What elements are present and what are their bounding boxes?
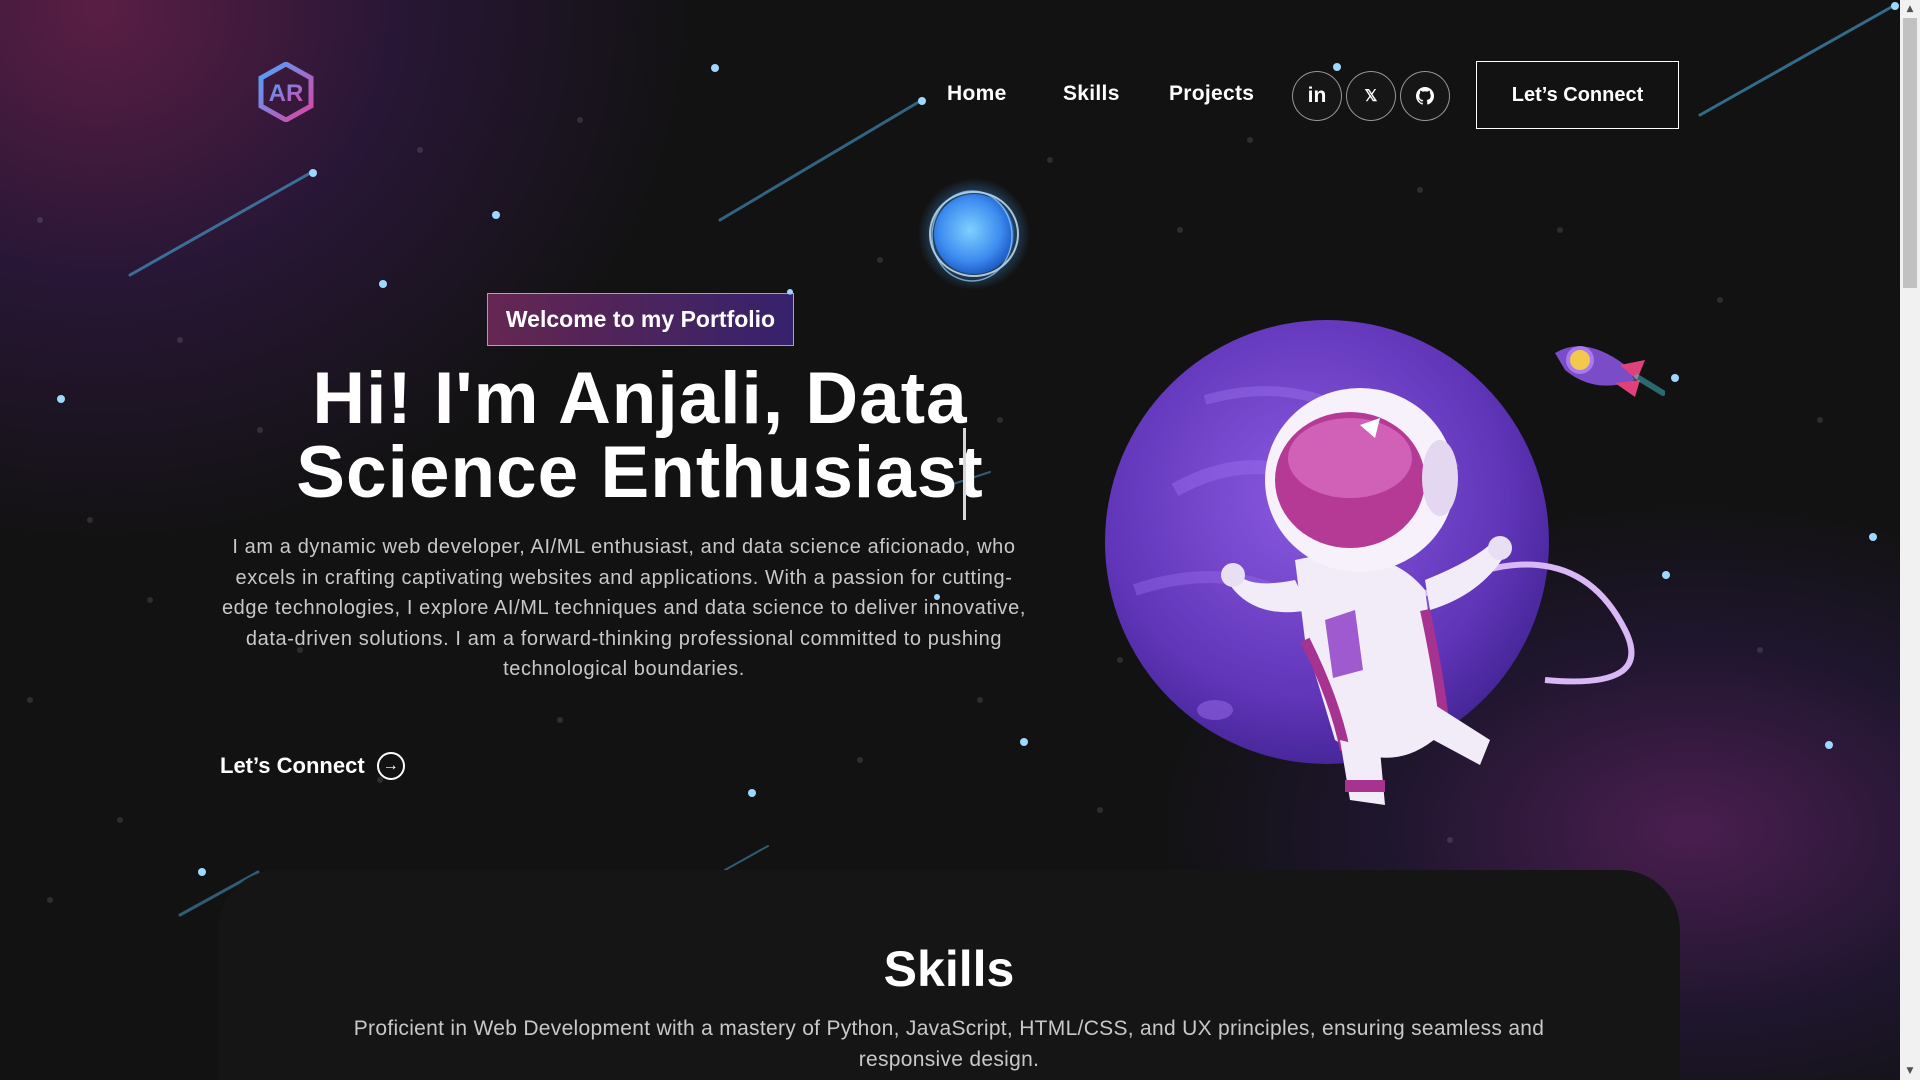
vertical-scrollbar[interactable]: ▲ ▼ <box>1900 0 1920 1080</box>
shooting-star <box>724 845 769 871</box>
navbar: AR Home Skills Projects in 𝕏 Let’s Conne… <box>0 0 1900 190</box>
headline-line-1: Hi! I'm Anjali, Data <box>312 358 968 439</box>
hero-connect-button[interactable]: Let’s Connect → <box>220 752 405 780</box>
hero-connect-label: Let’s Connect <box>220 753 365 778</box>
glowing-orb-illustration <box>918 178 1030 290</box>
scroll-down-arrow-icon[interactable]: ▼ <box>1900 1062 1920 1080</box>
typing-cursor <box>963 428 966 520</box>
skills-heading: Skills <box>883 941 1015 997</box>
nav-link-projects[interactable]: Projects <box>1169 82 1254 106</box>
nav-connect-button[interactable]: Let’s Connect <box>1476 61 1679 129</box>
rocket-illustration <box>1555 346 1665 397</box>
github-icon <box>1416 87 1434 105</box>
tagline-badge: Welcome to my Portfolio <box>487 293 794 346</box>
logo[interactable]: AR <box>258 61 314 123</box>
headline-line-2: Science Enthusiast <box>296 432 984 513</box>
nav-link-skills[interactable]: Skills <box>1063 82 1120 106</box>
skills-section: Skills Proficient in Web Development wit… <box>218 870 1680 1080</box>
nav-link-home[interactable]: Home <box>947 82 1007 106</box>
skills-description: Proficient in Web Development with a mas… <box>353 1017 1545 1071</box>
scroll-up-arrow-icon[interactable]: ▲ <box>1900 0 1920 18</box>
hero-headline: Hi! I'm Anjali, Data Science Enthusiast <box>200 362 1080 510</box>
arrow-right-circle-icon: → <box>376 752 405 780</box>
scrollbar-thumb[interactable] <box>1903 18 1917 288</box>
hero-intro-text: I am a dynamic web developer, AI/ML enth… <box>221 536 1027 680</box>
github-button[interactable] <box>1400 71 1450 121</box>
logo-hexagon-icon: AR <box>258 61 314 123</box>
portfolio-page: AR Home Skills Projects in 𝕏 Let’s Conne… <box>0 0 1900 1080</box>
linkedin-icon: in <box>1307 84 1327 107</box>
x-twitter-button[interactable]: 𝕏 <box>1346 71 1396 121</box>
logo-text: AR <box>269 80 304 107</box>
linkedin-button[interactable]: in <box>1292 71 1342 121</box>
x-icon: 𝕏 <box>1364 88 1378 105</box>
